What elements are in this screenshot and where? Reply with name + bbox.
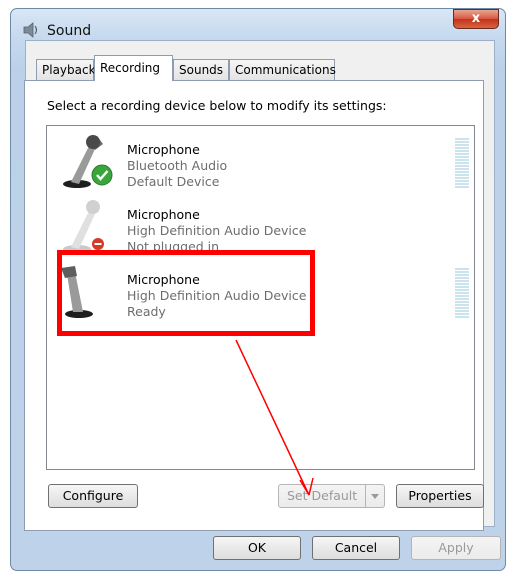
device-status: Ready xyxy=(127,304,166,319)
device-status: Default Device xyxy=(127,174,220,189)
speaker-icon xyxy=(23,22,38,38)
instruction-text: Select a recording device below to modif… xyxy=(47,98,387,113)
set-default-label: Set Default xyxy=(287,488,358,503)
properties-button[interactable]: Properties xyxy=(396,484,484,508)
tab-playback[interactable]: Playback xyxy=(36,59,96,80)
default-device-check-icon xyxy=(91,164,113,186)
microphone-icon xyxy=(63,200,100,253)
device-driver: High Definition Audio Device xyxy=(127,223,307,238)
set-default-button[interactable]: Set Default xyxy=(278,484,385,508)
recording-device-list[interactable]: Microphone Bluetooth Audio Default Devic… xyxy=(46,125,475,470)
level-meter xyxy=(455,268,469,318)
close-icon: x xyxy=(471,11,481,26)
set-default-dropdown-arrow-icon[interactable] xyxy=(365,485,384,507)
device-item-bluetooth[interactable]: Microphone Bluetooth Audio Default Devic… xyxy=(47,128,474,192)
unplugged-status-icon xyxy=(92,238,104,250)
close-button[interactable]: x xyxy=(453,9,499,29)
device-driver: Bluetooth Audio xyxy=(127,158,228,173)
apply-button[interactable]: Apply xyxy=(411,536,501,560)
level-meter xyxy=(455,138,469,188)
tab-communications[interactable]: Communications xyxy=(229,59,336,80)
device-name: Microphone xyxy=(127,272,200,287)
tab-sounds[interactable]: Sounds xyxy=(173,59,229,80)
device-item-hd-unplugged[interactable]: Microphone High Definition Audio Device … xyxy=(47,193,474,257)
configure-button[interactable]: Configure xyxy=(48,484,138,508)
tab-recording[interactable]: Recording xyxy=(94,55,173,81)
window-title: Sound xyxy=(47,23,92,39)
device-driver: High Definition Audio Device xyxy=(127,288,307,303)
cancel-button[interactable]: Cancel xyxy=(312,536,400,560)
device-name: Microphone xyxy=(127,142,200,157)
microphone-icon xyxy=(61,266,93,318)
device-item-hd-ready[interactable]: Microphone High Definition Audio Device … xyxy=(47,258,474,322)
device-status: Not plugged in xyxy=(127,239,220,254)
ok-button[interactable]: OK xyxy=(213,536,301,560)
device-name: Microphone xyxy=(127,207,200,222)
